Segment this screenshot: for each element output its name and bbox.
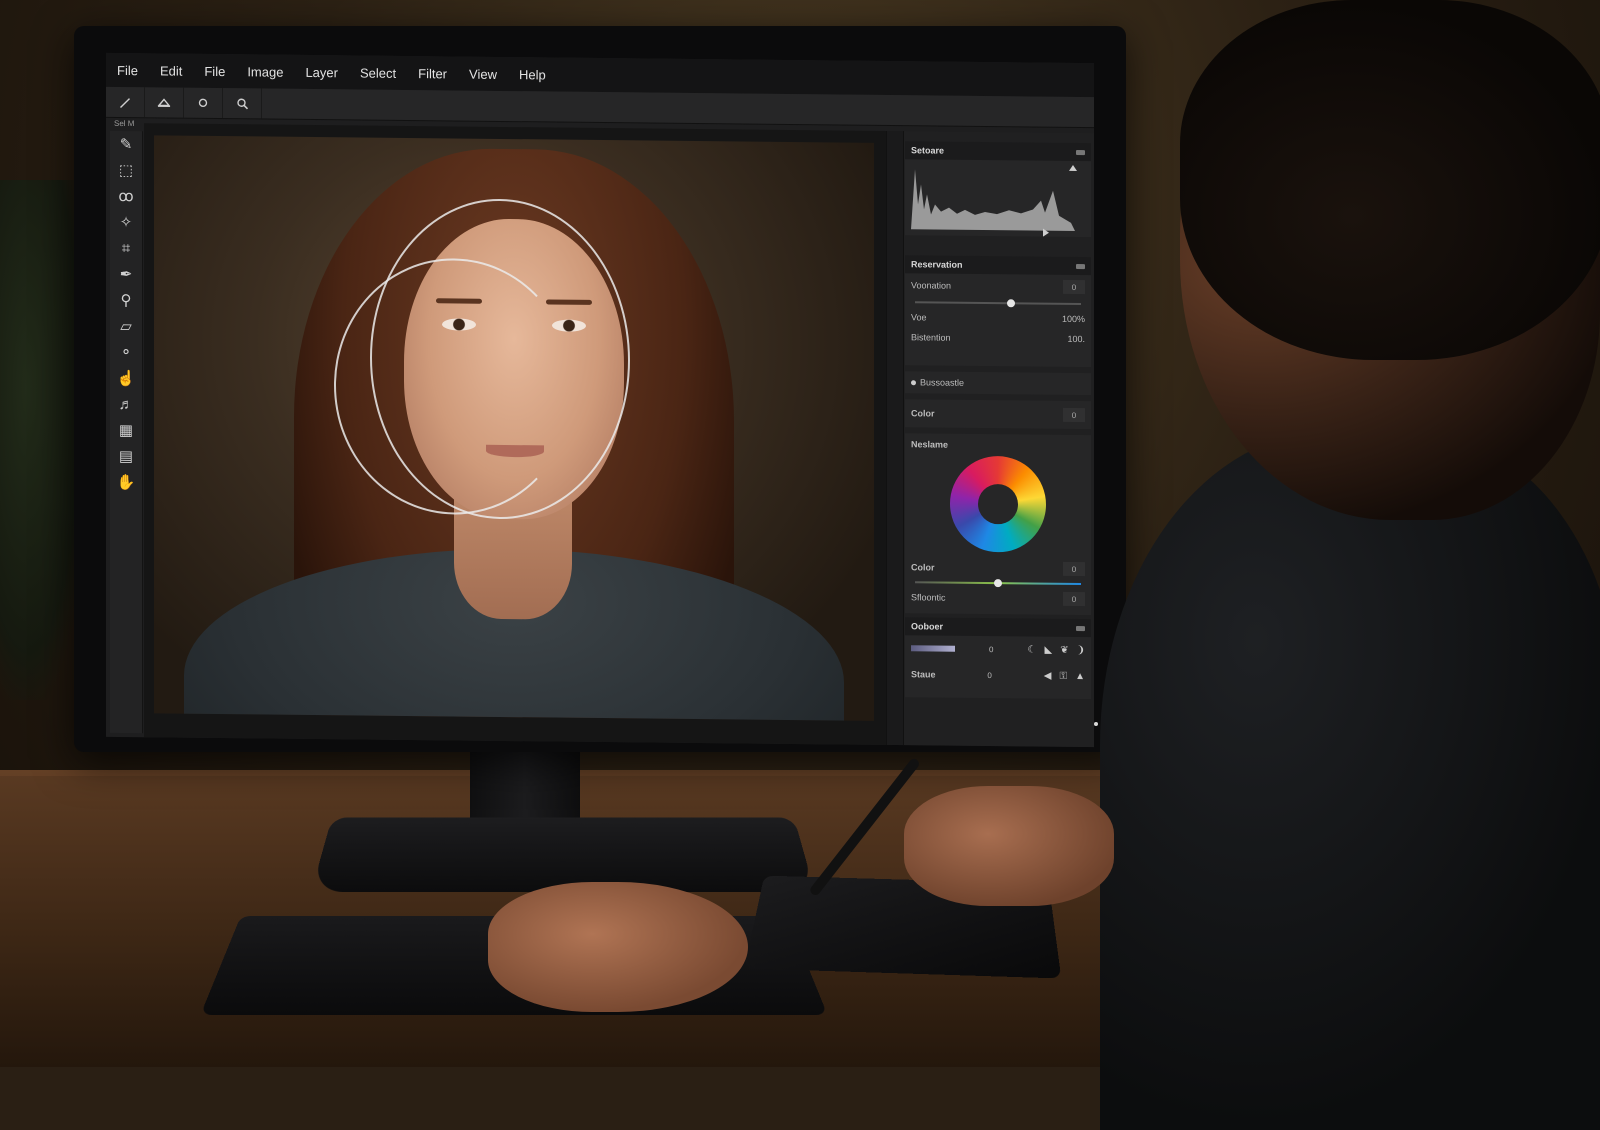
tool-eraser[interactable]: ▱ [110, 313, 142, 339]
hand-icon: ✋ [117, 473, 136, 491]
marquee-icon: ⬚ [119, 161, 133, 179]
magic-wand-icon: ✧ [120, 213, 133, 231]
wheel-row-2-label: Sfloontic [911, 592, 946, 602]
adjust-row-3-label: Bistention [911, 332, 951, 342]
slider-thumb[interactable] [1007, 299, 1015, 307]
menu-image[interactable]: Image [236, 64, 294, 80]
wheel-row-1-label: Color [911, 562, 935, 572]
adjustments-panel-title: Reservation [911, 259, 963, 270]
brush-icon [117, 94, 133, 110]
layers-icon: ▤ [119, 447, 133, 465]
panel-collapse-strip[interactable] [887, 131, 904, 745]
tool-eyedropper[interactable]: ⚲ [110, 287, 142, 313]
brush-option-button[interactable] [106, 87, 145, 117]
person-from-behind [1020, 0, 1600, 1067]
color-label: Color [911, 408, 935, 418]
tool-smudge[interactable]: ☝ [110, 365, 142, 391]
tool-brush[interactable]: ✎ [110, 131, 142, 157]
dodge-icon: ⚬ [120, 343, 133, 361]
tool-lasso[interactable]: ꝏ [110, 183, 142, 209]
selection-ring-outer[interactable] [334, 257, 574, 516]
other-row-1-value[interactable]: 0 [989, 645, 993, 654]
zoom-option-button[interactable] [223, 88, 262, 118]
shape-icon: ▦ [119, 421, 133, 439]
adjust-option-label: Bussoastle [920, 377, 964, 387]
toolbox: ✎ ⬚ ꝏ ✧ ⌗ ✒ ⚲ ▱ ⚬ ☝ ♬ ▦ ▤ ✋ [110, 131, 143, 733]
checkbox-dot-icon[interactable] [911, 380, 916, 385]
eraser-icon: ▱ [120, 317, 132, 335]
tool-magic-wand[interactable]: ✧ [110, 209, 142, 235]
histogram-panel-title: Setoare [911, 145, 944, 155]
person-body [1100, 430, 1600, 1130]
tool-layers[interactable]: ▤ [110, 443, 142, 469]
tool-pen[interactable]: ✒ [110, 261, 142, 287]
circle-icon [197, 97, 209, 109]
menu-select[interactable]: Select [349, 65, 407, 81]
hill-option-button[interactable] [145, 87, 184, 117]
other-panel-title: Ooboer [911, 621, 943, 631]
color-wheel-center [978, 484, 1018, 524]
monitor-stand-neck [470, 752, 580, 827]
menu-layer[interactable]: Layer [294, 64, 349, 80]
menu-edit[interactable]: Edit [149, 63, 193, 78]
adjust-row-1-label: Voonation [911, 280, 951, 290]
color-wheel-title: Neslame [911, 439, 948, 449]
eyedropper-icon: ⚲ [121, 291, 132, 309]
brush-icon: ✎ [120, 135, 133, 153]
tool-marquee[interactable]: ⬚ [110, 157, 142, 183]
hill-icon [157, 95, 171, 109]
smudge-icon: ☝ [117, 369, 136, 387]
portrait-photo[interactable] [154, 135, 874, 721]
tool-crop[interactable]: ⌗ [110, 235, 142, 261]
adjust-row-2-label: Voe [911, 312, 927, 322]
person-hair [1180, 0, 1600, 360]
menu-file[interactable]: File [106, 62, 149, 77]
tool-text[interactable]: ♬ [110, 391, 142, 417]
menu-filter[interactable]: Filter [407, 65, 458, 81]
gradient-swatch[interactable] [911, 645, 955, 651]
crop-icon: ⌗ [122, 239, 130, 256]
monitor-stand-base [311, 817, 815, 891]
menu-help[interactable]: Help [508, 67, 557, 83]
circle-option-button[interactable] [184, 88, 223, 118]
document-tab[interactable]: Sel M [114, 119, 134, 128]
canvas-area[interactable] [144, 123, 886, 745]
right-hand [904, 786, 1114, 906]
menu-file-2[interactable]: File [193, 63, 236, 78]
menu-view[interactable]: View [458, 66, 508, 82]
left-hand [488, 882, 748, 1012]
tool-dodge[interactable]: ⚬ [110, 339, 142, 365]
slider-thumb[interactable] [994, 579, 1002, 587]
other-row-2-value[interactable]: 0 [987, 671, 991, 680]
zoom-icon [236, 97, 249, 110]
tool-hand[interactable]: ✋ [110, 469, 142, 495]
photo-editor-window: File Edit File Image Layer Select Filter… [106, 53, 1094, 747]
tool-shape[interactable]: ▦ [110, 417, 142, 443]
pen-icon: ✒ [120, 265, 133, 283]
other-row-2-label: Staue [911, 669, 936, 679]
text-icon: ♬ [119, 395, 134, 412]
lasso-icon: ꝏ [118, 187, 133, 205]
